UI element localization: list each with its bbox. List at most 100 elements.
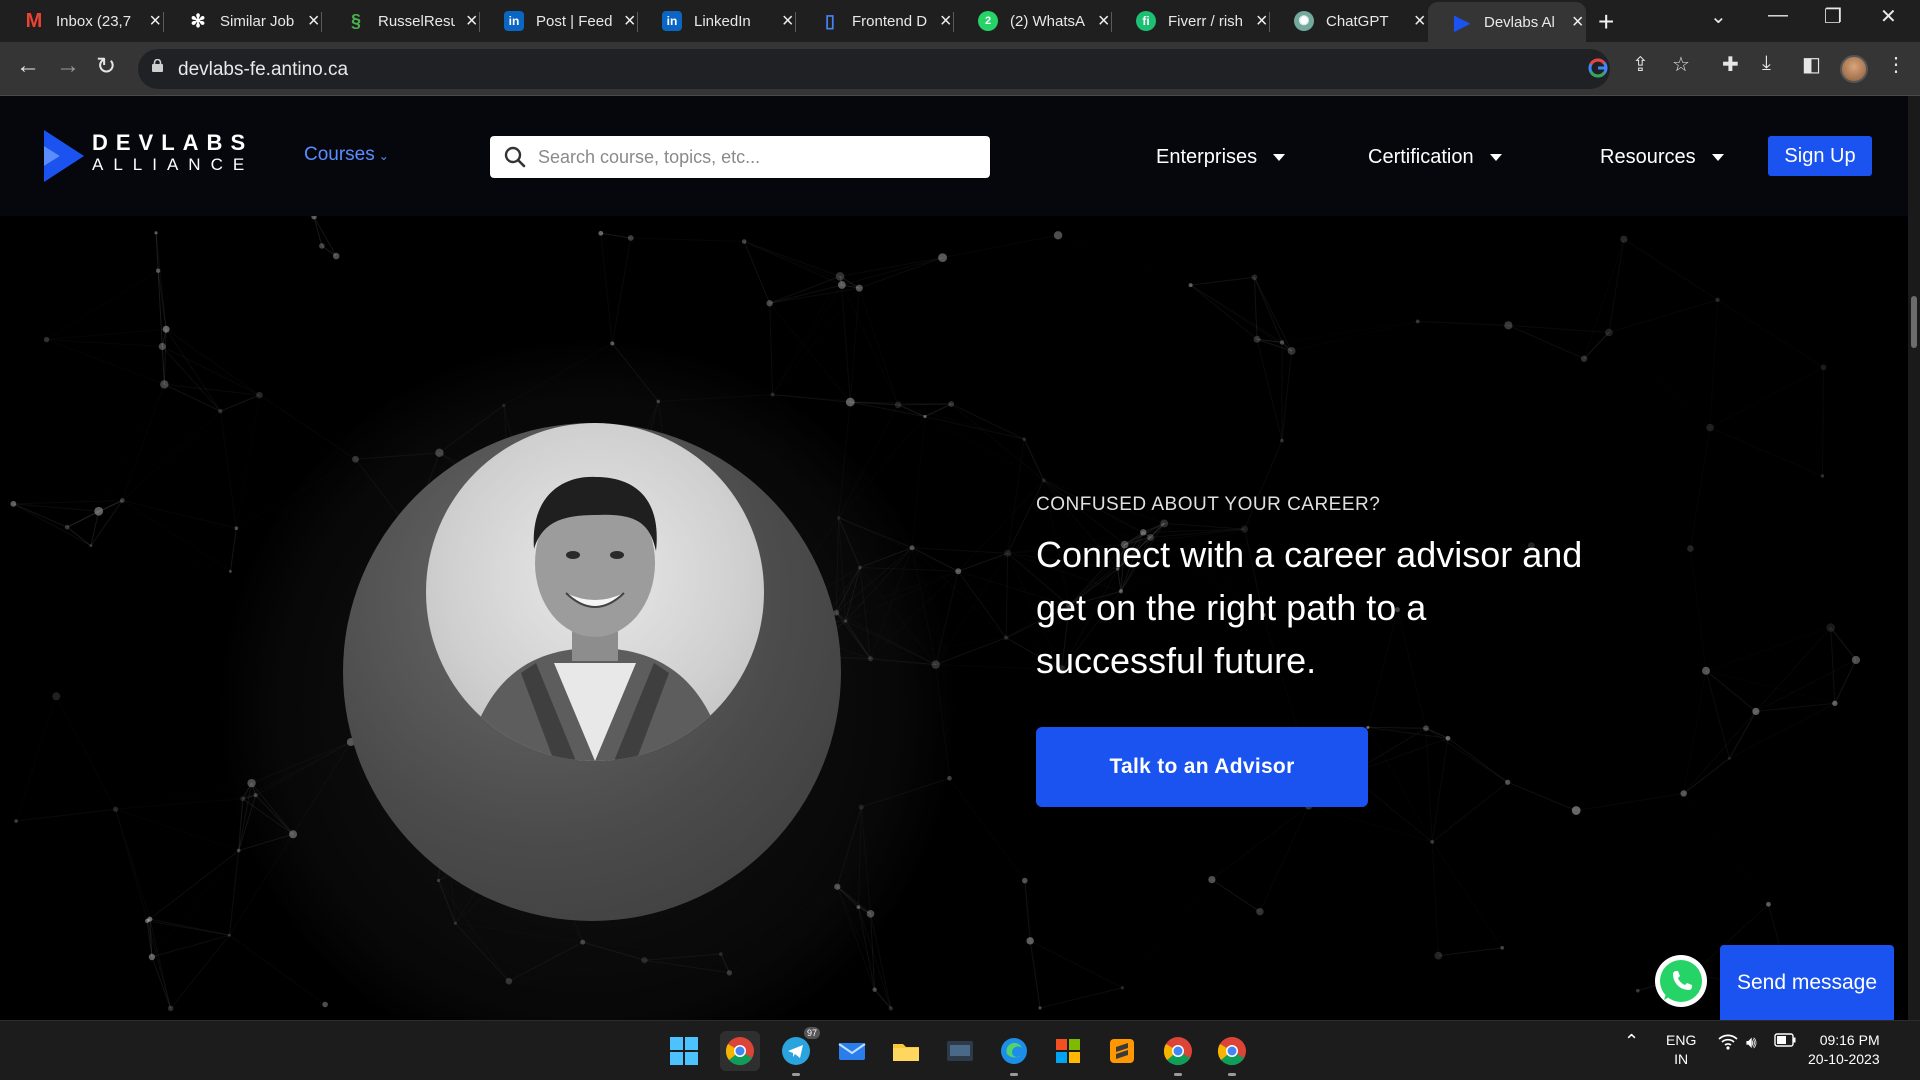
- enterprises-label: Enterprises: [1156, 146, 1258, 168]
- bookmark-icon: ▯: [825, 10, 835, 31]
- talk-to-advisor-button[interactable]: Talk to an Advisor: [1036, 727, 1368, 807]
- enterprises-menu[interactable]: Enterprises: [1156, 146, 1286, 169]
- tab-whatsapp[interactable]: 2 (2) WhatsA ×: [954, 2, 1112, 40]
- share-icon[interactable]: ⇪: [1632, 52, 1649, 77]
- search-bar[interactable]: [490, 136, 990, 178]
- chatgpt-icon: ✺: [1294, 11, 1314, 31]
- resources-label: Resources: [1600, 146, 1696, 168]
- clock-time: 09:16 PM: [1819, 1032, 1880, 1048]
- tab-title: Inbox (23,7: [56, 12, 132, 30]
- openai-icon: ✻: [190, 10, 206, 31]
- bookmark-star-icon[interactable]: ☆: [1672, 52, 1690, 77]
- tab-linkedin-feed[interactable]: in Post | Feed ×: [480, 2, 638, 40]
- battery-icon[interactable]: [1774, 1033, 1796, 1050]
- close-icon[interactable]: ×: [1253, 10, 1270, 33]
- search-icon: [504, 146, 526, 168]
- address-bar[interactable]: devlabs-fe.antino.ca: [138, 49, 1610, 89]
- close-icon[interactable]: ×: [146, 10, 164, 33]
- tab-frontend[interactable]: ▯ Frontend D ×: [796, 2, 954, 40]
- tab-linkedin[interactable]: in LinkedIn ×: [638, 2, 796, 40]
- tab-russel-resume[interactable]: § RusselResu ×: [322, 2, 480, 40]
- profile-avatar[interactable]: [1840, 55, 1868, 83]
- tab-title: LinkedIn: [694, 12, 751, 30]
- mail-taskbar-icon[interactable]: [832, 1031, 872, 1071]
- logo-subword: ALLIANCE: [92, 155, 255, 174]
- new-tab-plus-icon[interactable]: +: [1598, 6, 1614, 38]
- send-message-button[interactable]: Send message: [1720, 945, 1894, 1020]
- sublime-text-taskbar-icon[interactable]: [1102, 1031, 1142, 1071]
- region-code: IN: [1674, 1051, 1689, 1067]
- windows-start-icon[interactable]: [664, 1031, 704, 1071]
- url-text: devlabs-fe.antino.ca: [178, 59, 349, 80]
- resume-icon: §: [350, 10, 361, 31]
- download-icon[interactable]: ⤓: [1762, 52, 1771, 75]
- tab-gmail[interactable]: M Inbox (23,7 ×: [0, 2, 164, 40]
- file-explorer-taskbar-icon[interactable]: [886, 1031, 926, 1071]
- restore-icon[interactable]: ❐: [1824, 4, 1842, 29]
- courses-label: Courses: [304, 144, 375, 165]
- certification-label: Certification: [1368, 146, 1474, 168]
- chevron-down-icon: ⌄: [378, 149, 389, 163]
- advisor-portrait: [426, 423, 764, 761]
- close-icon[interactable]: ×: [305, 10, 322, 33]
- tab-search-chevron-icon[interactable]: ⌄: [1710, 4, 1727, 29]
- tab-title: ChatGPT: [1326, 12, 1389, 30]
- scrollbar-thumb[interactable]: [1911, 296, 1917, 348]
- courses-menu[interactable]: Courses ⌄: [304, 144, 389, 166]
- close-icon[interactable]: ×: [1095, 10, 1112, 33]
- close-icon[interactable]: ×: [621, 10, 638, 33]
- tab-fiverr[interactable]: fi Fiverr / rish ×: [1112, 2, 1270, 40]
- whatsapp-chat-icon[interactable]: [1654, 954, 1708, 1008]
- devlabs-icon: ▶: [1454, 11, 1470, 34]
- mysql-workbench-taskbar-icon[interactable]: [940, 1031, 980, 1071]
- side-panel-icon[interactable]: ◧: [1802, 52, 1821, 77]
- language-indicator[interactable]: ENG IN: [1666, 1031, 1696, 1069]
- tab-similar-job[interactable]: ✻ Similar Job ×: [164, 2, 322, 40]
- wifi-icon[interactable]: [1718, 1033, 1738, 1056]
- logo-wordmark: DEVLABS: [92, 130, 254, 155]
- web-page: DEVLABS ALLIANCE Courses⌄ Enterprises Ce…: [0, 96, 1908, 1020]
- chrome-taskbar-icon[interactable]: [720, 1031, 760, 1071]
- caret-down-icon: [1711, 154, 1724, 162]
- tab-devlabs[interactable]: ▶ Devlabs Al ×: [1428, 2, 1586, 42]
- linkedin-icon: in: [504, 11, 524, 31]
- close-icon[interactable]: ×: [779, 10, 796, 33]
- fiverr-icon: fi: [1136, 11, 1156, 31]
- minimize-icon[interactable]: —: [1768, 4, 1788, 27]
- back-arrow-icon[interactable]: ←: [16, 52, 40, 80]
- close-icon[interactable]: ×: [463, 10, 480, 33]
- tray-chevron-up-icon[interactable]: ⌃: [1624, 1031, 1639, 1052]
- caret-down-icon: [1273, 154, 1286, 162]
- telegram-taskbar-icon[interactable]: 97: [776, 1027, 820, 1076]
- certification-menu[interactable]: Certification: [1368, 146, 1502, 169]
- edge-taskbar-icon[interactable]: [994, 1031, 1034, 1076]
- close-window-icon[interactable]: ✕: [1880, 4, 1897, 29]
- tab-title: Frontend D: [852, 12, 928, 30]
- hero-headline: Connect with a career advisor and get on…: [1036, 534, 1583, 681]
- search-input[interactable]: [538, 136, 978, 178]
- page-scrollbar[interactable]: [1908, 96, 1920, 1020]
- microsoft-store-taskbar-icon[interactable]: [1048, 1031, 1088, 1071]
- kebab-menu-icon[interactable]: ⋮: [1886, 52, 1906, 77]
- tab-title: Fiverr / rish: [1168, 12, 1243, 30]
- whatsapp-icon: 2: [978, 11, 998, 31]
- lock-icon: [152, 59, 163, 72]
- resources-menu[interactable]: Resources: [1600, 146, 1724, 169]
- sign-up-button[interactable]: Sign Up: [1768, 136, 1872, 176]
- chrome-profile-taskbar-icon[interactable]: [1158, 1031, 1198, 1076]
- chrome-profile-2-taskbar-icon[interactable]: [1212, 1031, 1252, 1076]
- gmail-icon: M: [25, 9, 43, 32]
- close-icon[interactable]: ×: [937, 10, 954, 33]
- tab-title: Devlabs Al: [1484, 13, 1555, 31]
- close-icon[interactable]: ×: [1411, 10, 1428, 33]
- tab-title: Post | Feed: [536, 12, 613, 30]
- volume-icon[interactable]: 🔊︎: [1746, 1033, 1757, 1053]
- reload-icon[interactable]: ↻: [96, 52, 116, 81]
- forward-arrow-icon[interactable]: →: [56, 52, 80, 80]
- google-icon[interactable]: [1588, 58, 1608, 84]
- system-clock[interactable]: 09:16 PM 20-10-2023: [1808, 1031, 1880, 1069]
- tab-chatgpt[interactable]: ✺ ChatGPT ×: [1270, 2, 1428, 40]
- close-icon[interactable]: ×: [1569, 11, 1586, 34]
- tab-title: RusselResu: [378, 12, 456, 30]
- extensions-puzzle-icon[interactable]: ✚: [1722, 52, 1739, 77]
